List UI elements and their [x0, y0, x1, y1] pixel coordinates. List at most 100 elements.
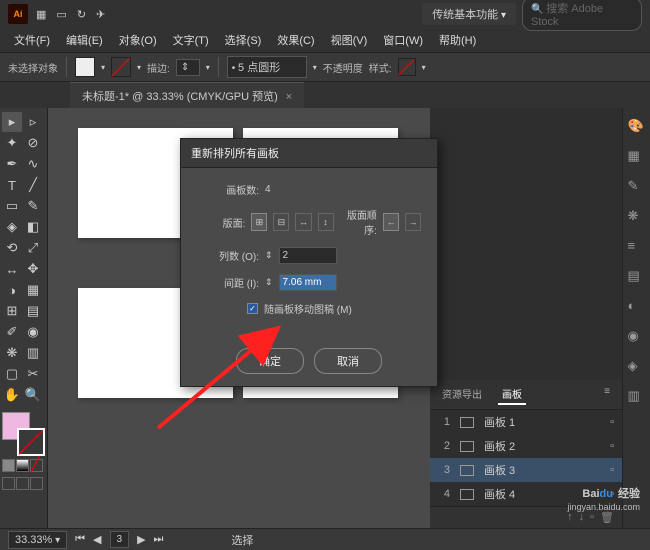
- doc-tab[interactable]: 未标题-1* @ 33.33% (CMYK/GPU 预览)×: [70, 82, 304, 109]
- panel-menu-icon[interactable]: ≡: [600, 384, 614, 405]
- tab-artboards[interactable]: 画板: [498, 384, 526, 405]
- appearance-panel-icon[interactable]: ◉: [628, 328, 646, 346]
- order-ltr-icon[interactable]: ←: [383, 213, 399, 231]
- artboard-row[interactable]: 4画板 4▫: [430, 482, 622, 506]
- layers-panel-icon[interactable]: ▥: [628, 388, 646, 406]
- color-mode-icons[interactable]: ╱: [2, 459, 43, 472]
- eraser-tool[interactable]: ◧: [23, 217, 43, 237]
- move-art-checkbox[interactable]: ✓: [247, 303, 258, 314]
- close-tab-icon[interactable]: ×: [286, 91, 292, 103]
- free-tool[interactable]: ✥: [23, 259, 43, 279]
- cols-input[interactable]: [279, 247, 337, 264]
- spacing-input[interactable]: [279, 274, 337, 291]
- order-label: 版面顺序:: [344, 207, 377, 237]
- app-logo-icon: Ai: [8, 4, 28, 24]
- stroke-label: 描边:: [147, 60, 170, 75]
- layout-grid-col-icon[interactable]: ⊟: [273, 213, 289, 231]
- layout-row-icon[interactable]: ↔: [295, 213, 311, 231]
- menu-file[interactable]: 文件(F): [8, 29, 56, 51]
- move-up-icon[interactable]: ↑: [567, 511, 573, 524]
- right-panels: 资源导出 画板 ≡ 1画板 1▫ 2画板 2▫ 3画板 3▫ 4画板 4▫ ↑ …: [430, 108, 650, 528]
- cancel-button[interactable]: 取消: [314, 348, 382, 374]
- direct-select-tool[interactable]: ▹: [23, 112, 43, 132]
- gradient-tool[interactable]: ▤: [23, 301, 43, 321]
- selection-tool[interactable]: ▸: [2, 112, 22, 132]
- styles-panel-icon[interactable]: ◈: [628, 358, 646, 376]
- style-swatch[interactable]: [398, 58, 416, 76]
- bridge-icon[interactable]: ▦: [36, 8, 46, 21]
- spacing-label: 间距 (I):: [197, 275, 259, 290]
- menu-edit[interactable]: 编辑(E): [60, 29, 109, 51]
- move-down-icon[interactable]: ↓: [579, 511, 585, 524]
- width-tool[interactable]: ↔: [2, 259, 22, 279]
- menu-select[interactable]: 选择(S): [219, 29, 268, 51]
- cols-label: 列数 (O):: [197, 248, 259, 263]
- tab-asset-export[interactable]: 资源导出: [438, 384, 486, 405]
- zoom-tool[interactable]: 🔍: [23, 385, 43, 405]
- noselect-label: 未选择对象: [8, 60, 58, 75]
- brushes-panel-icon[interactable]: ✎: [628, 178, 646, 196]
- line-tool[interactable]: ╱: [23, 175, 43, 195]
- color-panel-icon[interactable]: 🎨: [628, 118, 646, 136]
- rotate-tool[interactable]: ⟲: [2, 238, 22, 258]
- move-art-label: 随画板移动图稿 (M): [264, 301, 352, 316]
- artboard-list: 1画板 1▫ 2画板 2▫ 3画板 3▫ 4画板 4▫: [430, 410, 622, 506]
- panel-tabs: 资源导出 画板 ≡: [430, 380, 622, 410]
- artboard-row[interactable]: 3画板 3▫: [430, 458, 622, 482]
- menu-bar: 文件(F) 编辑(E) 对象(O) 文字(T) 选择(S) 效果(C) 视图(V…: [0, 28, 650, 52]
- delete-icon[interactable]: 🗑: [600, 511, 614, 524]
- graph-tool[interactable]: ▥: [23, 343, 43, 363]
- search-input[interactable]: 🔍 搜索 Adobe Stock: [522, 0, 642, 31]
- workspace-switcher[interactable]: 传统基本功能 ▾: [422, 3, 516, 25]
- brush-def[interactable]: • 5 点圆形: [227, 56, 307, 78]
- persp-tool[interactable]: ▦: [23, 280, 43, 300]
- rect-tool[interactable]: ▭: [2, 196, 22, 216]
- layout-grid-row-icon[interactable]: ⊞: [251, 213, 267, 231]
- symbols-panel-icon[interactable]: ❋: [628, 208, 646, 226]
- new-artboard-icon[interactable]: ▫: [590, 511, 594, 524]
- scale-tool[interactable]: ⤢: [23, 238, 43, 258]
- blend-tool[interactable]: ◉: [23, 322, 43, 342]
- layout-col-icon[interactable]: ↕: [318, 213, 334, 231]
- gradient-panel-icon[interactable]: ▤: [628, 268, 646, 286]
- curve-tool[interactable]: ∿: [23, 154, 43, 174]
- brush-tool[interactable]: ✎: [23, 196, 43, 216]
- lasso-tool[interactable]: ⊘: [23, 133, 43, 153]
- doc-tab-bar: 未标题-1* @ 33.33% (CMYK/GPU 预览)×: [0, 82, 650, 108]
- fill-swatch[interactable]: [75, 57, 95, 77]
- eyedrop-tool[interactable]: ✐: [2, 322, 22, 342]
- menu-view[interactable]: 视图(V): [325, 29, 374, 51]
- order-rtl-icon[interactable]: →: [405, 213, 421, 231]
- artboard-tool[interactable]: ▢: [2, 364, 22, 384]
- wand-tool[interactable]: ✦: [2, 133, 22, 153]
- dialog-title: 重新排列所有画板: [181, 139, 437, 168]
- artboard-row[interactable]: 1画板 1▫: [430, 410, 622, 434]
- style-label: 样式:: [369, 60, 392, 75]
- arrange-icon[interactable]: ▭: [56, 8, 66, 21]
- stroke-panel-icon[interactable]: ≡: [628, 238, 646, 256]
- hand-tool[interactable]: ✋: [2, 385, 22, 405]
- swatches-panel-icon[interactable]: ▦: [628, 148, 646, 166]
- menu-effect[interactable]: 效果(C): [271, 29, 320, 51]
- mesh-tool[interactable]: ⊞: [2, 301, 22, 321]
- stroke-weight[interactable]: ⇕: [176, 59, 200, 76]
- type-tool[interactable]: T: [2, 175, 22, 195]
- shape-tool[interactable]: ◑: [2, 280, 22, 300]
- ok-button[interactable]: 确定: [236, 348, 304, 374]
- symbol-tool[interactable]: ❋: [2, 343, 22, 363]
- fill-stroke-control[interactable]: [2, 412, 45, 456]
- sync-icon[interactable]: ↻: [77, 8, 86, 21]
- menu-window[interactable]: 窗口(W): [377, 29, 429, 51]
- shaper-tool[interactable]: ◈: [2, 217, 22, 237]
- menu-object[interactable]: 对象(O): [113, 29, 163, 51]
- slice-tool[interactable]: ✂: [23, 364, 43, 384]
- artboard-row[interactable]: 2画板 2▫: [430, 434, 622, 458]
- menu-help[interactable]: 帮助(H): [433, 29, 482, 51]
- transparency-panel-icon[interactable]: ◐: [628, 298, 646, 316]
- screen-mode-icons[interactable]: [2, 477, 43, 490]
- send-icon[interactable]: ✈: [96, 8, 105, 21]
- stroke-swatch[interactable]: [111, 57, 131, 77]
- menu-type[interactable]: 文字(T): [167, 29, 215, 51]
- pen-tool[interactable]: ✒: [2, 154, 22, 174]
- layout-label: 版面:: [197, 215, 245, 230]
